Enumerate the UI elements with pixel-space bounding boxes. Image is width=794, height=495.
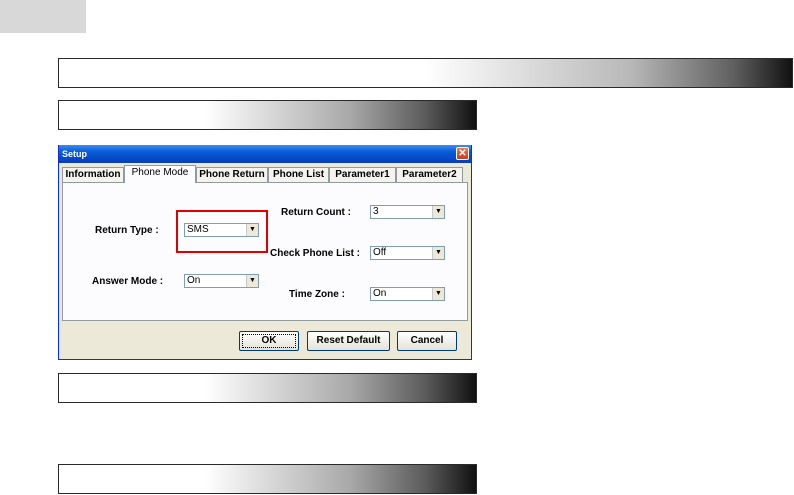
chevron-down-icon[interactable]: ▼: [432, 247, 444, 259]
phone-mode-panel: Return Type : SMS ▼ Answer Mode : On ▼ R…: [62, 182, 468, 321]
highlight-box: [176, 210, 268, 253]
reset-default-button[interactable]: Reset Default: [307, 331, 390, 351]
answer-mode-label: Answer Mode :: [92, 276, 164, 287]
page-corner-box: [0, 0, 86, 33]
check-phone-list-label: Check Phone List :: [270, 248, 361, 259]
tab-phone-list[interactable]: Phone List: [268, 167, 329, 182]
time-zone-select[interactable]: On ▼: [370, 287, 445, 301]
tab-parameter2[interactable]: Parameter2: [396, 167, 463, 182]
return-count-select[interactable]: 3 ▼: [370, 205, 445, 219]
setup-dialog: Setup ✕ Information Phone Mode Phone Ret…: [58, 145, 472, 360]
dialog-title: Setup: [62, 149, 88, 159]
chevron-down-icon[interactable]: ▼: [246, 275, 258, 287]
section-gradient-bar: [58, 373, 477, 403]
close-icon[interactable]: ✕: [456, 147, 469, 160]
return-type-label: Return Type :: [95, 225, 159, 236]
tab-phone-mode[interactable]: Phone Mode: [124, 165, 196, 183]
dialog-titlebar: Setup: [59, 145, 471, 163]
ok-button[interactable]: OK: [239, 331, 299, 351]
check-phone-list-select[interactable]: Off ▼: [370, 246, 445, 260]
tab-phone-return[interactable]: Phone Return: [196, 167, 268, 182]
tab-parameter1[interactable]: Parameter1: [329, 167, 396, 182]
tab-bar: Information Phone Mode Phone Return Phon…: [62, 165, 468, 183]
section-gradient-bar: [58, 100, 477, 130]
time-zone-label: Time Zone :: [289, 289, 345, 300]
return-count-label: Return Count :: [281, 207, 351, 218]
tab-information[interactable]: Information: [62, 167, 124, 182]
section-gradient-bar: [58, 464, 477, 494]
chevron-down-icon[interactable]: ▼: [432, 206, 444, 218]
header-gradient-bar: [58, 58, 793, 88]
answer-mode-select[interactable]: On ▼: [184, 274, 259, 288]
chevron-down-icon[interactable]: ▼: [432, 288, 444, 300]
cancel-button[interactable]: Cancel: [397, 331, 457, 351]
